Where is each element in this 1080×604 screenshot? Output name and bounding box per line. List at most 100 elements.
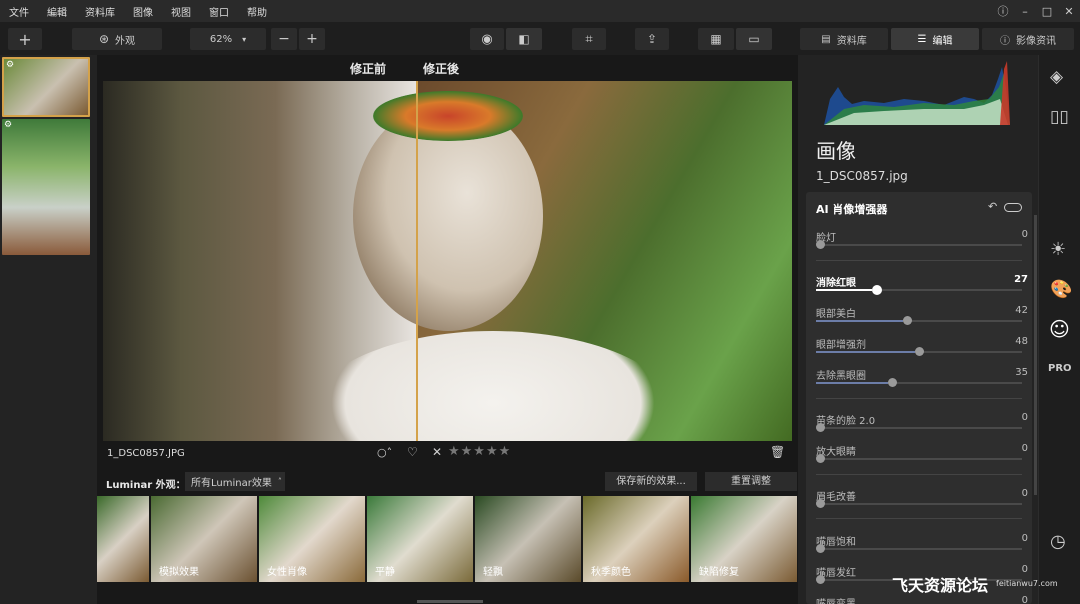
slider-track[interactable] — [816, 544, 1022, 553]
split-divider[interactable] — [416, 81, 418, 441]
menu-window[interactable]: 窗口 — [200, 4, 238, 19]
slider-handle[interactable] — [816, 499, 825, 508]
flag-icon[interactable]: ○˄ — [377, 446, 392, 459]
slider-track[interactable] — [816, 423, 1022, 432]
preview-button[interactable]: ◉ — [470, 28, 504, 50]
menu-image[interactable]: 图像 — [124, 4, 162, 19]
flower-crown — [373, 91, 523, 141]
pro-icon[interactable]: PRO — [1048, 363, 1072, 374]
look-item[interactable]: 轻飘 — [475, 496, 581, 582]
zoom-select[interactable]: 62% ▾ — [190, 28, 266, 50]
image-info-bar: 1_DSC0857.JPG ○˄ ♡ ✕ ★★★★★ 🗑 — [97, 442, 798, 464]
look-item[interactable]: 缺陷修复 — [691, 496, 797, 582]
slider-row[interactable]: 嘴唇变黑 0 — [816, 595, 1028, 604]
look-name: 模拟效果 — [159, 567, 199, 578]
slider-row[interactable]: 放大眼睛 0 — [816, 443, 1028, 473]
slider-row[interactable]: 苗条的脸 2.0 0 — [816, 412, 1028, 442]
looks-button[interactable]: ⊛ 外观 — [72, 28, 162, 50]
menu-file[interactable]: 文件 — [0, 4, 38, 19]
layers-icon[interactable]: ◈ — [1050, 67, 1063, 87]
slider-handle[interactable] — [888, 378, 898, 387]
slider-track[interactable] — [816, 454, 1022, 463]
grid-view-button[interactable]: ▦ — [698, 28, 734, 50]
panel-scrollbar[interactable] — [1034, 215, 1037, 495]
look-item[interactable]: 平静 — [367, 496, 473, 582]
slider-track[interactable] — [816, 378, 1022, 387]
slider-handle[interactable] — [816, 240, 825, 249]
slider-row[interactable]: 眼部增强剂 48 — [816, 336, 1028, 366]
photo-canvas[interactable] — [103, 81, 792, 441]
thumbnail-1[interactable]: ⚙ — [2, 57, 90, 117]
slider-track[interactable] — [816, 347, 1022, 356]
slider-row[interactable]: 消除红眼 27 — [816, 274, 1028, 304]
zoom-out-button[interactable]: − — [271, 28, 297, 50]
thumbnail-2[interactable]: ⚙ — [2, 119, 90, 255]
watermark-text: 飞天资源论坛 — [892, 576, 989, 595]
creative-palette-icon[interactable]: 🎨 — [1050, 279, 1072, 300]
tab-edit-label: 编辑 — [932, 35, 953, 47]
slider-handle[interactable] — [816, 575, 825, 584]
slider-handle[interactable] — [902, 316, 912, 325]
maximize-button[interactable]: □ — [1036, 5, 1058, 18]
zoom-in-button[interactable]: + — [299, 28, 325, 50]
add-button[interactable]: + — [8, 28, 42, 50]
look-name: 缺陷修复 — [699, 567, 739, 578]
tab-edit[interactable]: ☰ 编辑 — [891, 28, 979, 50]
slider-row[interactable]: 脸灯 0 — [816, 229, 1028, 259]
plus-icon: + — [18, 29, 32, 49]
slider-handle[interactable] — [816, 423, 825, 432]
heart-icon[interactable]: ♡ — [407, 445, 418, 459]
single-view-button[interactable]: ▭ — [736, 28, 772, 50]
slider-handle[interactable] — [816, 454, 825, 463]
looks-dropdown[interactable]: 所有Luminar效果 ˄ — [185, 472, 285, 491]
reset-button[interactable]: 重置调整 — [705, 472, 797, 491]
tab-library[interactable]: ▤ 资料库 — [800, 28, 888, 50]
slider-value: 42 — [1015, 305, 1028, 316]
slider-handle[interactable] — [914, 347, 924, 356]
toggle-icon[interactable] — [1004, 203, 1022, 212]
look-item[interactable]: 女性肖像 — [259, 496, 365, 582]
reject-icon[interactable]: ✕ — [432, 445, 442, 459]
slider-row[interactable]: 眼部美白 42 — [816, 305, 1028, 335]
trash-icon[interactable]: 🗑 — [770, 445, 785, 459]
menu-help[interactable]: 帮助 — [238, 4, 276, 19]
crop-button[interactable]: ⌗ — [572, 28, 606, 50]
look-item[interactable]: 秋季颜色 — [583, 496, 689, 582]
essentials-sun-icon[interactable]: ☀ — [1050, 239, 1066, 260]
slider-track[interactable] — [816, 499, 1022, 508]
crop-icon: ⌗ — [585, 31, 593, 47]
slider-row[interactable]: 眉毛改善 0 — [816, 488, 1028, 518]
looks-bar-label: Luminar 外观： — [106, 480, 186, 491]
canvas-icon[interactable]: ▯▯ — [1050, 107, 1069, 127]
save-look-button[interactable]: 保存新的效果... — [605, 472, 697, 491]
menu-library[interactable]: 资料库 — [76, 4, 124, 19]
slider-track[interactable] — [816, 316, 1022, 325]
compare-button[interactable]: ◧ — [506, 28, 542, 50]
undo-icon[interactable]: ↶ — [988, 200, 997, 213]
minimize-button[interactable]: – — [1014, 5, 1036, 18]
slider-row[interactable]: 嘴唇饱和 0 — [816, 533, 1028, 563]
close-button[interactable]: ✕ — [1058, 5, 1080, 18]
tab-info[interactable]: ⓘ 影像资讯 — [982, 28, 1074, 50]
zoom-value: 62% — [209, 33, 233, 45]
slider-track[interactable] — [816, 285, 1022, 295]
menu-edit[interactable]: 編輯 — [38, 4, 76, 19]
after-label: 修正後 — [423, 62, 460, 76]
star-rating[interactable]: ★★★★★ — [448, 444, 511, 459]
look-item[interactable] — [97, 496, 149, 582]
scroll-handle[interactable] — [417, 600, 483, 603]
slider-fill — [816, 320, 903, 322]
edit-panel: 画像 1_DSC0857.jpg AI 肖像增强器 ↶ 脸灯 0 消除红眼 27 眼部美… — [798, 55, 1038, 604]
slider-track[interactable] — [816, 240, 1022, 249]
portrait-face-icon[interactable]: ☺ — [1049, 317, 1070, 341]
look-item[interactable]: 模拟效果 — [151, 496, 257, 582]
slider-group-divider — [816, 260, 1022, 261]
info-icon[interactable]: ⓘ — [992, 3, 1014, 19]
export-button[interactable]: ⇪ — [635, 28, 669, 50]
history-clock-icon[interactable]: ◷ — [1050, 531, 1066, 552]
looks-strip: 模拟效果 女性肖像 平静 轻飘 秋季颜色 缺陷修复 — [97, 496, 798, 582]
slider-handle[interactable] — [871, 285, 882, 295]
slider-handle[interactable] — [816, 544, 825, 553]
slider-row[interactable]: 去除黑眼圈 35 — [816, 367, 1028, 397]
menu-view[interactable]: 视图 — [162, 4, 200, 19]
